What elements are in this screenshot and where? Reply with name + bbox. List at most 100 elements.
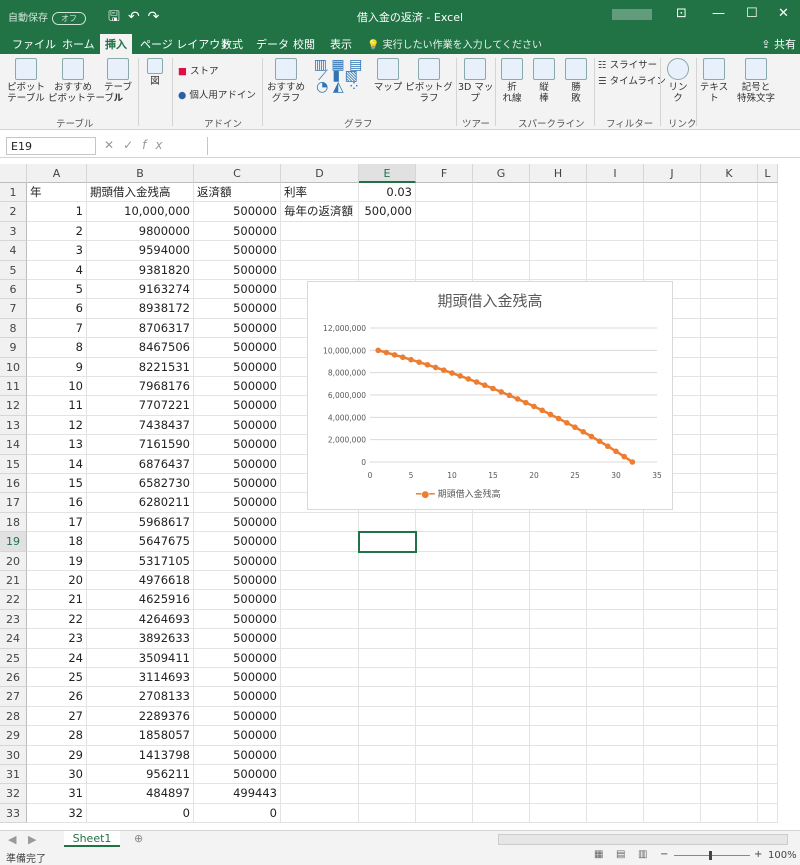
cell-j24[interactable]: [644, 629, 701, 649]
cell-b20[interactable]: 5317105: [87, 551, 194, 571]
cell-a8[interactable]: 7: [27, 318, 87, 339]
cell-h4[interactable]: [530, 241, 587, 261]
zoom-slider[interactable]: [674, 855, 750, 856]
cell-h19[interactable]: [530, 532, 587, 552]
horizontal-scrollbar[interactable]: [498, 834, 788, 845]
cell-l28[interactable]: [758, 706, 778, 727]
cell-a26[interactable]: 25: [27, 668, 87, 688]
cancel-icon[interactable]: ✕: [104, 138, 123, 152]
cell-e24[interactable]: [359, 629, 416, 649]
cell-b5[interactable]: 9381820: [87, 260, 194, 280]
cell-d27[interactable]: [281, 687, 359, 707]
cell-c30[interactable]: 500000: [194, 745, 281, 765]
cell-h28[interactable]: [530, 706, 587, 727]
cell-g29[interactable]: [473, 726, 530, 746]
cell-i29[interactable]: [587, 726, 644, 746]
cell-j4[interactable]: [644, 241, 701, 261]
3d-map-button[interactable]: 3D マッ プ: [458, 58, 493, 104]
cell-l27[interactable]: [758, 687, 778, 707]
cell-k11[interactable]: [701, 377, 758, 397]
cell-c1[interactable]: 返済額: [194, 183, 281, 203]
cell-l8[interactable]: [758, 318, 778, 339]
cell-k25[interactable]: [701, 648, 758, 668]
cell-f1[interactable]: [416, 183, 473, 203]
cell-e26[interactable]: [359, 668, 416, 688]
cell-a24[interactable]: 23: [27, 629, 87, 649]
redo-icon[interactable]: ↷: [148, 9, 168, 25]
row-header-30[interactable]: 30: [0, 745, 27, 765]
cell-e32[interactable]: [359, 784, 416, 804]
cell-l18[interactable]: [758, 512, 778, 533]
column-header-c[interactable]: C: [194, 164, 281, 183]
cell-k10[interactable]: [701, 357, 758, 377]
cell-f19[interactable]: [416, 532, 473, 552]
cell-c14[interactable]: 500000: [194, 435, 281, 455]
cell-i27[interactable]: [587, 687, 644, 707]
cell-k26[interactable]: [701, 668, 758, 688]
cell-j20[interactable]: [644, 551, 701, 571]
cell-f5[interactable]: [416, 260, 473, 280]
cell-e23[interactable]: [359, 609, 416, 630]
row-header-2[interactable]: 2: [0, 202, 27, 222]
cell-d20[interactable]: [281, 551, 359, 571]
formula-input[interactable]: [207, 137, 797, 155]
symbols-button[interactable]: 記号と 特殊文字: [732, 58, 780, 104]
cell-d2[interactable]: 毎年の返済額: [281, 202, 359, 222]
row-header-3[interactable]: 3: [0, 221, 27, 242]
cell-l4[interactable]: [758, 241, 778, 261]
cell-c20[interactable]: 500000: [194, 551, 281, 571]
row-header-31[interactable]: 31: [0, 765, 27, 785]
cell-j23[interactable]: [644, 609, 701, 630]
cell-b9[interactable]: 8467506: [87, 338, 194, 358]
cell-j29[interactable]: [644, 726, 701, 746]
cell-a6[interactable]: 5: [27, 280, 87, 300]
cell-l32[interactable]: [758, 784, 778, 804]
cell-k7[interactable]: [701, 299, 758, 319]
cell-c11[interactable]: 500000: [194, 377, 281, 397]
cell-i19[interactable]: [587, 532, 644, 552]
cell-c29[interactable]: 500000: [194, 726, 281, 746]
cell-j22[interactable]: [644, 590, 701, 610]
active-cell-cursor[interactable]: [358, 531, 417, 553]
column-header-e[interactable]: E: [359, 164, 416, 183]
cell-f3[interactable]: [416, 221, 473, 242]
cell-d32[interactable]: [281, 784, 359, 804]
cell-g3[interactable]: [473, 221, 530, 242]
row-header-26[interactable]: 26: [0, 668, 27, 688]
row-header-23[interactable]: 23: [0, 609, 27, 630]
cell-l7[interactable]: [758, 299, 778, 319]
scatter-chart-icon[interactable]: ⁘: [348, 79, 360, 95]
cell-b30[interactable]: 1413798: [87, 745, 194, 765]
cell-h24[interactable]: [530, 629, 587, 649]
row-header-19[interactable]: 19: [0, 532, 27, 552]
cell-j32[interactable]: [644, 784, 701, 804]
cell-k12[interactable]: [701, 396, 758, 416]
cell-j25[interactable]: [644, 648, 701, 668]
cell-b31[interactable]: 956211: [87, 765, 194, 785]
cell-e21[interactable]: [359, 571, 416, 591]
cell-l26[interactable]: [758, 668, 778, 688]
row-header-13[interactable]: 13: [0, 415, 27, 436]
cell-b2[interactable]: 10,000,000: [87, 202, 194, 222]
cell-j30[interactable]: [644, 745, 701, 765]
cell-e20[interactable]: [359, 551, 416, 571]
cell-l6[interactable]: [758, 280, 778, 300]
cell-k9[interactable]: [701, 338, 758, 358]
sheet-nav-left-icon[interactable]: ◀: [8, 833, 16, 846]
cell-l20[interactable]: [758, 551, 778, 571]
line-chart[interactable]: 期頭借入金残高 0 2,000,000 4,000,000 6,000,000 8,00…: [307, 281, 673, 510]
cell-l24[interactable]: [758, 629, 778, 649]
cell-f31[interactable]: [416, 765, 473, 785]
cell-d24[interactable]: [281, 629, 359, 649]
row-header-20[interactable]: 20: [0, 551, 27, 571]
cell-c7[interactable]: 500000: [194, 299, 281, 319]
enter-icon[interactable]: ✓: [123, 138, 142, 152]
cell-i25[interactable]: [587, 648, 644, 668]
zoom-in-icon[interactable]: +: [754, 849, 762, 860]
close-button[interactable]: ✕: [778, 6, 789, 21]
recommended-charts-button[interactable]: おすすめ グラフ: [266, 58, 306, 104]
cell-b22[interactable]: 4625916: [87, 590, 194, 610]
row-header-15[interactable]: 15: [0, 454, 27, 474]
cell-f20[interactable]: [416, 551, 473, 571]
column-header-l[interactable]: L: [758, 164, 778, 183]
